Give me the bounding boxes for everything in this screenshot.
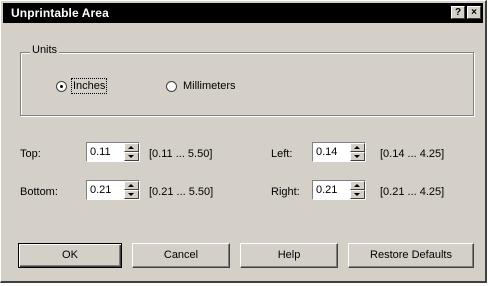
dialog-title: Unprintable Area (11, 6, 109, 20)
top-increment-button[interactable] (124, 143, 139, 152)
radio-inches-label: Inches (70, 78, 108, 94)
bottom-spinbox[interactable]: 0.21 (86, 180, 140, 200)
right-range: [0.21 ... 4.25] (380, 186, 445, 198)
bottom-value: 0.21 (90, 184, 112, 196)
cancel-button[interactable]: Cancel (132, 243, 230, 268)
left-spinbox[interactable]: 0.14 (312, 142, 366, 162)
top-range: [0.11 ... 5.50] (149, 148, 213, 160)
close-icon[interactable]: × (467, 6, 481, 19)
help-button[interactable]: Help (240, 243, 338, 268)
left-label: Left: (271, 148, 293, 160)
ok-button[interactable]: OK (18, 243, 122, 268)
help-icon[interactable]: ? (451, 6, 465, 19)
radio-millimeters[interactable]: Millimeters (166, 80, 236, 92)
right-label: Right: (271, 186, 300, 198)
top-decrement-button[interactable] (124, 152, 139, 161)
left-value: 0.14 (316, 146, 338, 158)
top-spinbox[interactable]: 0.11 (86, 142, 140, 162)
right-value: 0.21 (316, 184, 338, 196)
title-bar: Unprintable Area ? × (3, 3, 483, 23)
restore-defaults-button[interactable]: Restore Defaults (348, 243, 474, 268)
left-increment-button[interactable] (350, 143, 365, 152)
radio-millimeters-indicator (166, 80, 177, 92)
radio-inches[interactable]: Inches (56, 78, 108, 94)
unprintable-area-dialog: Unprintable Area ? × (0, 0, 487, 283)
units-group-label: Units (30, 44, 60, 56)
bottom-increment-button[interactable] (124, 181, 139, 190)
radio-inches-indicator (56, 80, 67, 92)
right-decrement-button[interactable] (350, 190, 365, 199)
left-range: [0.14 ... 4.25] (380, 148, 445, 160)
top-label: Top: (20, 148, 41, 160)
radio-millimeters-label: Millimeters (183, 80, 236, 92)
bottom-decrement-button[interactable] (124, 190, 139, 199)
right-spinbox[interactable]: 0.21 (312, 180, 366, 200)
right-increment-button[interactable] (350, 181, 365, 190)
bottom-range: [0.21 ... 5.50] (149, 186, 214, 198)
bottom-label: Bottom: (20, 186, 58, 198)
top-value: 0.11 (90, 146, 111, 158)
left-decrement-button[interactable] (350, 152, 365, 161)
